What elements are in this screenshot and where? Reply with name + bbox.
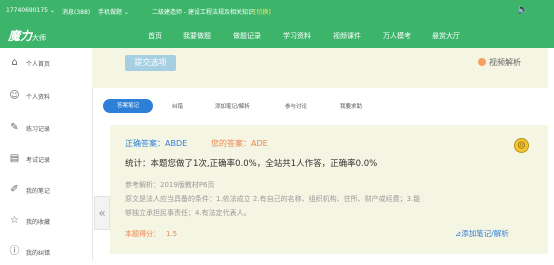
sidebar-label: 个人首页 <box>26 61 51 68</box>
video-label: 视频解析 <box>489 58 521 67</box>
reference-analysis: 参考解析：2019版教材P6页 <box>125 181 215 189</box>
analysis-text-line1: 原文是法人应当具备的条件：1.依法成立 2.有自己的名称、组织机构、住所、财产或… <box>125 195 421 203</box>
star-icon: ☆ <box>10 215 19 226</box>
sad-face-icon: ☹ <box>514 138 529 153</box>
score-value: 1.5 <box>166 230 178 238</box>
home-icon: ⌂ <box>11 57 18 68</box>
sidebar-label: 练习记录 <box>26 126 51 133</box>
logo-sub: 大师 <box>32 34 47 42</box>
error-icon: ⓘ <box>9 246 20 257</box>
correct-answer: 正确答案：ABDE <box>125 139 188 148</box>
analysis-text-line2: 够独立承担民事责任；4.有法定代表人。 <box>125 209 251 217</box>
top-strip: 17740690175 ⌄ 消息(388) 手机做题 ⌄ 二级建造师 - 建设工… <box>0 0 554 22</box>
sidebar-label: 考试记录 <box>26 157 51 164</box>
profile-icon: ☺ <box>9 90 20 101</box>
score-label: 本题得分： <box>125 230 160 238</box>
mobile-text[interactable]: 手机做题 <box>98 9 122 16</box>
tab-add-note[interactable]: 添加笔记/解析 <box>215 102 250 110</box>
question-score: 本题得分： 1.5 <box>125 229 177 239</box>
nav-do-questions[interactable]: 我要做题 <box>183 31 211 41</box>
mobile-link[interactable]: 手机做题 ⌄ <box>98 7 129 16</box>
nav-records[interactable]: 做题记录 <box>233 31 261 41</box>
video-icon <box>478 58 486 66</box>
tab-ask-help[interactable]: 我要求助 <box>340 102 362 110</box>
exam-selector[interactable]: 二级建造师 - 建设工程法规及相关知识[切换] <box>152 7 271 16</box>
nav-bounty[interactable]: 悬赏大厅 <box>432 31 460 41</box>
sidebar-item-practice[interactable]: ✎ 练习记录 <box>0 117 92 141</box>
sidebar-item-notes[interactable]: ✐ 我的笔记 <box>0 179 92 203</box>
sidebar-label: 我的笔记 <box>26 188 51 195</box>
sidebar-item-profile[interactable]: ☺ 个人资料 <box>0 85 92 109</box>
main-nav: 魔力大师 首页 我要做题 做题记录 学习资料 视频课件 万人模考 悬赏大厅 <box>0 22 554 48</box>
nav-home[interactable]: 首页 <box>148 31 162 41</box>
sidebar-item-exam[interactable]: ▤ 考试记录 <box>0 148 92 172</box>
tab-discussion[interactable]: 参与讨论 <box>285 102 307 110</box>
tab-report-error[interactable]: 纠错 <box>172 102 183 110</box>
sidebar-label: 我的纠错 <box>26 250 51 257</box>
sidebar-label: 个人资料 <box>26 94 51 101</box>
sidebar-label: 我的收藏 <box>26 219 51 226</box>
nav-videos[interactable]: 视频课件 <box>333 31 361 41</box>
note-icon: ✐ <box>10 184 19 195</box>
collapse-sidebar-button[interactable]: « <box>94 196 110 230</box>
video-analysis-link[interactable]: 视频解析 <box>478 57 521 68</box>
double-chevron-left-icon: « <box>98 206 106 220</box>
exam-name: 二级建造师 - 建设工程法规及相关知识 <box>152 9 254 16</box>
your-answer: 您的答案：ADE <box>211 139 268 148</box>
user-phone[interactable]: 17740690175 ⌄ <box>6 7 55 14</box>
practice-icon: ✎ <box>10 122 19 133</box>
add-note-link[interactable]: ⊿添加笔记/解析 <box>455 228 509 239</box>
sidebar: ⌂ 个人首页 ☺ 个人资料 ✎ 练习记录 ▤ 考试记录 ✐ 我的笔记 ☆ 我的收… <box>0 48 93 261</box>
tab-answer-notes[interactable]: 答案笔记 <box>103 99 153 113</box>
speaker-icon[interactable]: 🔈 <box>517 5 528 15</box>
exam-icon: ▤ <box>9 153 20 164</box>
sidebar-item-errors[interactable]: ⓘ 我的纠错 <box>0 241 92 265</box>
sidebar-item-favorites[interactable]: ☆ 我的收藏 <box>0 210 92 234</box>
submit-options-button[interactable]: 提交选项 <box>125 55 176 71</box>
phone-text[interactable]: 17740690175 <box>6 7 48 14</box>
messages-link[interactable]: 消息(388) <box>62 7 90 16</box>
switch-link[interactable]: [切换] <box>254 9 271 16</box>
logo[interactable]: 魔力大师 <box>8 27 46 44</box>
sidebar-item-home[interactable]: ⌂ 个人首页 <box>0 52 92 76</box>
answer-stats: 统计：本题您做了1次,正确率0.0%，全站共1人作答，正确率0.0% <box>125 159 378 169</box>
nav-materials[interactable]: 学习资料 <box>283 31 311 41</box>
logo-text: 魔力 <box>8 29 33 43</box>
nav-mock-exam[interactable]: 万人模考 <box>383 31 411 41</box>
